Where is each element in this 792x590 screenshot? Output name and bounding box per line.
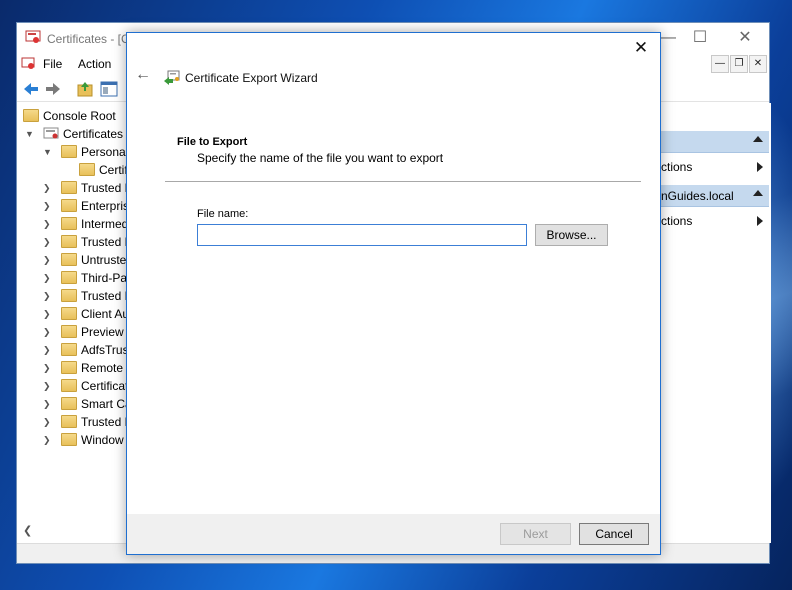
- chevron-down-icon[interactable]: ▼: [25, 125, 35, 143]
- folder-icon: [61, 271, 77, 284]
- close-icon[interactable]: ✕: [630, 37, 652, 59]
- forward-arrow-icon[interactable]: [43, 79, 63, 99]
- submenu-arrow-icon: [757, 162, 763, 172]
- browse-button[interactable]: Browse...: [535, 224, 608, 246]
- chevron-right-icon[interactable]: ❯: [43, 251, 53, 269]
- tree-item-folder[interactable]: ❯ Trusted P: [43, 233, 129, 251]
- maximize-button[interactable]: ☐: [685, 27, 715, 49]
- mdi-close-button[interactable]: ✕: [749, 55, 767, 73]
- mmc-title: Certificates - [C: [47, 32, 130, 46]
- chevron-right-icon[interactable]: ❯: [43, 287, 53, 305]
- chevron-right-icon[interactable]: ❯: [43, 305, 53, 323]
- folder-icon: [61, 361, 77, 374]
- folder-icon: [61, 235, 77, 248]
- folder-icon: [61, 325, 77, 338]
- section-description: Specify the name of the file you want to…: [197, 151, 444, 165]
- next-button[interactable]: Next: [500, 523, 571, 545]
- folder-icon: [61, 397, 77, 410]
- chevron-right-icon[interactable]: ❯: [43, 233, 53, 251]
- submenu-arrow-icon: [757, 216, 763, 226]
- chevron-right-icon[interactable]: ❯: [43, 269, 53, 287]
- folder-icon: [61, 343, 77, 356]
- folder-icon: [61, 433, 77, 446]
- tree-item-console-root[interactable]: Console Root: [23, 107, 116, 125]
- tree-item-certificates[interactable]: ▼ Certificates (: [25, 125, 129, 143]
- folder-icon: [61, 145, 77, 158]
- chevron-right-icon[interactable]: ❯: [43, 179, 53, 197]
- chevron-right-icon[interactable]: ❯: [43, 359, 53, 377]
- folder-icon: [61, 217, 77, 230]
- chevron-right-icon[interactable]: ❯: [43, 323, 53, 341]
- tree-item-folder[interactable]: ❯ Remote: [43, 359, 123, 377]
- chevron-right-icon[interactable]: ❯: [43, 197, 53, 215]
- more-actions-item[interactable]: ctions: [661, 214, 692, 228]
- folder-icon: [61, 379, 77, 392]
- chevron-right-icon[interactable]: ❯: [43, 341, 53, 359]
- tree-item-folder[interactable]: ❯ Untruste: [43, 251, 126, 269]
- certificate-store-icon: [43, 127, 59, 139]
- chevron-right-icon[interactable]: ❯: [43, 395, 53, 413]
- tree-item-folder[interactable]: ❯ Trusted D: [43, 413, 129, 431]
- tree-item-folder[interactable]: ❯ Certificat: [43, 377, 128, 395]
- collapse-up-icon[interactable]: [753, 190, 763, 196]
- menu-file[interactable]: File: [43, 57, 62, 71]
- certificate-wizard-icon: [164, 70, 180, 85]
- mdi-buttons: — ❐ ✕: [711, 55, 769, 75]
- horizontal-scrollbar[interactable]: ❮: [17, 523, 129, 541]
- section-title: File to Export: [177, 136, 248, 148]
- tree-item-folder[interactable]: ❯ AdfsTrus: [43, 341, 129, 359]
- mdi-minimize-button[interactable]: —: [711, 55, 729, 73]
- tree-item-folder[interactable]: ❯ Client Au: [43, 305, 129, 323]
- chevron-right-icon[interactable]: ❯: [43, 413, 53, 431]
- folder-icon: [61, 307, 77, 320]
- scroll-left-icon[interactable]: ❮: [23, 524, 32, 537]
- wizard-footer: Next Cancel: [127, 514, 660, 554]
- tree-item-folder[interactable]: ❯ Trusted P: [43, 287, 129, 305]
- header-divider: [165, 181, 641, 182]
- folder-icon: [61, 289, 77, 302]
- show-hide-tree-icon[interactable]: [99, 79, 119, 99]
- back-icon[interactable]: ←: [135, 66, 151, 84]
- folder-icon: [79, 163, 95, 176]
- chevron-right-icon[interactable]: ❯: [43, 431, 53, 449]
- tree-item-folder[interactable]: ❯ Enterpris: [43, 197, 129, 215]
- chevron-right-icon[interactable]: ❯: [43, 215, 53, 233]
- chevron-right-icon[interactable]: ❯: [43, 377, 53, 395]
- tree-item-folder[interactable]: ❯ Smart Ca: [43, 395, 129, 413]
- actions-section-header[interactable]: [661, 131, 769, 153]
- folder-icon: [61, 181, 77, 194]
- tree-item-personal-certificates[interactable]: Certific: [79, 161, 129, 179]
- tree-item-folder[interactable]: ❯ Trusted R: [43, 179, 129, 197]
- tree-item-folder[interactable]: ❯ Window: [43, 431, 124, 449]
- certificate-menu-icon[interactable]: [21, 57, 35, 70]
- tree-item-personal[interactable]: ▼ Personal: [43, 143, 128, 161]
- tree-item-folder[interactable]: ❯ Third-Pa: [43, 269, 127, 287]
- close-window-button[interactable]: ✕: [730, 27, 760, 49]
- collapse-up-icon[interactable]: [753, 136, 763, 142]
- tree-item-folder[interactable]: ❯ Preview: [43, 323, 124, 341]
- back-arrow-icon[interactable]: [21, 79, 41, 99]
- folder-icon: [61, 253, 77, 266]
- file-name-label: File name:: [197, 208, 249, 220]
- menu-action[interactable]: Action: [78, 57, 111, 71]
- cancel-button[interactable]: Cancel: [579, 523, 649, 545]
- mdi-restore-button[interactable]: ❐: [730, 55, 748, 73]
- file-name-input[interactable]: [197, 224, 527, 246]
- up-folder-icon[interactable]: [75, 79, 95, 99]
- certificate-app-icon: [25, 30, 41, 43]
- folder-icon: [61, 415, 77, 428]
- actions-pane: ctions nGuides.local ctions: [661, 103, 771, 543]
- more-actions-item[interactable]: ctions: [661, 160, 692, 174]
- tree-item-folder[interactable]: ❯ Intermed: [43, 215, 128, 233]
- console-tree: Console Root ▼ Certificates ( ▼ Personal…: [17, 103, 129, 543]
- certificate-export-wizard: ✕ ← Certificate Export Wizard File to Ex…: [126, 32, 661, 555]
- wizard-title: Certificate Export Wizard: [185, 71, 318, 85]
- folder-icon: [61, 199, 77, 212]
- chevron-down-icon[interactable]: ▼: [43, 143, 53, 161]
- folder-icon: [23, 109, 39, 122]
- actions-section-header-domain[interactable]: nGuides.local: [661, 185, 769, 207]
